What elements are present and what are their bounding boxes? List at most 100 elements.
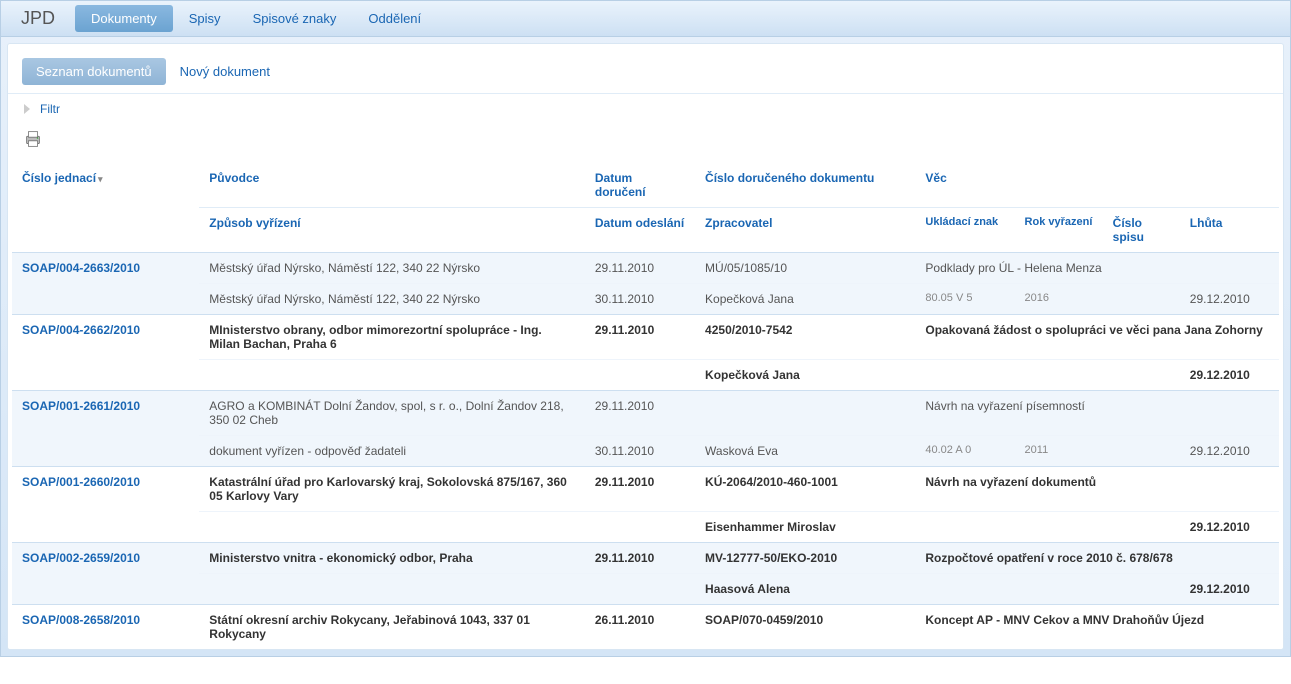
cell: 29.11.2010 — [585, 315, 695, 360]
cell: Podklady pro ÚL - Helena Menza — [915, 253, 1279, 284]
col-ukladaci-znak[interactable]: Ukládací znak — [915, 208, 1014, 253]
cell: MInisterstvo obrany, odbor mimorezortní … — [199, 315, 585, 360]
cell — [199, 360, 585, 391]
cell: 29.12.2010 — [1180, 360, 1279, 391]
filter-toggle[interactable]: Filtr — [40, 102, 60, 116]
cell: dokument vyřízen - odpověď žadateli — [199, 436, 585, 467]
cell: Haasová Alena — [695, 574, 915, 605]
topbar: JPD DokumentySpisySpisové znakyOddělení — [1, 1, 1290, 37]
cell — [1015, 512, 1103, 543]
cell — [695, 391, 915, 436]
cell — [585, 360, 695, 391]
cell: 29.12.2010 — [1180, 574, 1279, 605]
cell: 4250/2010-7542 — [695, 315, 915, 360]
cell — [1103, 360, 1180, 391]
cell: 29.12.2010 — [1180, 436, 1279, 467]
cell: 29.11.2010 — [585, 253, 695, 284]
cell — [1015, 360, 1103, 391]
cell: 30.11.2010 — [585, 436, 695, 467]
cell: Státní okresní archiv Rokycany, Jeřabino… — [199, 605, 585, 650]
cell — [915, 512, 1014, 543]
table-row: dokument vyřízen - odpověď žadateli30.11… — [12, 436, 1279, 467]
filter-row: Filtr — [8, 94, 1283, 124]
subtab-0[interactable]: Seznam dokumentů — [22, 58, 166, 85]
cell — [585, 512, 695, 543]
cell: 26.11.2010 — [585, 605, 695, 650]
subtab-1[interactable]: Nový dokument — [166, 58, 284, 85]
cell: 29.12.2010 — [1180, 284, 1279, 315]
cell — [915, 360, 1014, 391]
table-row: Kopečková Jana 29.12.2010 — [12, 360, 1279, 391]
cell: Wasková Eva — [695, 436, 915, 467]
cell: Městský úřad Nýrsko, Náměstí 122, 340 22… — [199, 284, 585, 315]
cell: Kopečková Jana — [695, 360, 915, 391]
cell: 2016 — [1015, 284, 1103, 315]
col-zpracovatel[interactable]: Zpracovatel — [695, 208, 915, 253]
cell: Opakovaná žádost o spolupráci ve věci pa… — [915, 315, 1279, 360]
cell: Koncept AP - MNV Cekov a MNV Drahoňův Új… — [915, 605, 1279, 650]
doc-link[interactable]: SOAP/001-2661/2010 — [22, 399, 140, 413]
doc-link[interactable]: SOAP/004-2663/2010 — [22, 261, 140, 275]
nav-tab-1[interactable]: Spisy — [173, 5, 237, 32]
cell: Rozpočtové opatření v roce 2010 č. 678/6… — [915, 543, 1279, 574]
cell: SOAP/070-0459/2010 — [695, 605, 915, 650]
cell — [1103, 284, 1180, 315]
documents-table: Číslo jednací Původce Datum doručení Čís… — [12, 163, 1279, 649]
cell: KÚ-2064/2010-460-1001 — [695, 467, 915, 512]
col-zpusob-vyrizeni[interactable]: Způsob vyřízení — [199, 208, 585, 253]
col-cislo-jednaci[interactable]: Číslo jednací — [12, 163, 199, 253]
cell — [585, 574, 695, 605]
col-cislo-doruceneho[interactable]: Číslo doručeného dokumentu — [695, 163, 915, 208]
nav-tab-2[interactable]: Spisové znaky — [237, 5, 353, 32]
print-button[interactable] — [22, 128, 44, 153]
col-datum-odeslani[interactable]: Datum odeslání — [585, 208, 695, 253]
doc-link[interactable]: SOAP/001-2660/2010 — [22, 475, 140, 489]
subtabs: Seznam dokumentůNový dokument — [8, 44, 1283, 94]
table-row: SOAP/002-2659/2010Ministerstvo vnitra - … — [12, 543, 1279, 574]
col-puvodce[interactable]: Původce — [199, 163, 585, 208]
cell: 80.05 V 5 — [915, 284, 1014, 315]
nav-tab-3[interactable]: Oddělení — [352, 5, 437, 32]
cell: 29.11.2010 — [585, 391, 695, 436]
col-cislo-spisu[interactable]: Číslo spisu — [1103, 208, 1180, 253]
col-rok-vyrazeni[interactable]: Rok vyřazení — [1015, 208, 1103, 253]
cell: Návrh na vyřazení písemností — [915, 391, 1279, 436]
cell — [915, 574, 1014, 605]
doc-link[interactable]: SOAP/004-2662/2010 — [22, 323, 140, 337]
cell: 2011 — [1015, 436, 1103, 467]
nav-tabs: DokumentySpisySpisové znakyOddělení — [75, 5, 437, 32]
cell — [1103, 436, 1180, 467]
cell: 29.12.2010 — [1180, 512, 1279, 543]
cell: Návrh na vyřazení dokumentů — [915, 467, 1279, 512]
nav-tab-0[interactable]: Dokumenty — [75, 5, 173, 32]
cell — [1103, 512, 1180, 543]
col-datum-doruceni[interactable]: Datum doručení — [585, 163, 695, 208]
cell: MÚ/05/1085/10 — [695, 253, 915, 284]
cell: 29.11.2010 — [585, 467, 695, 512]
doc-link[interactable]: SOAP/002-2659/2010 — [22, 551, 140, 565]
cell: Kopečková Jana — [695, 284, 915, 315]
table-row: SOAP/004-2663/2010 Městský úřad Nýrsko, N… — [12, 253, 1279, 284]
doc-link[interactable]: SOAP/008-2658/2010 — [22, 613, 140, 627]
cell — [1103, 574, 1180, 605]
cell: 29.11.2010 — [585, 543, 695, 574]
expand-icon[interactable] — [24, 104, 30, 114]
col-vec[interactable]: Věc — [915, 163, 1279, 208]
printer-icon — [22, 128, 44, 150]
cell: 30.11.2010 — [585, 284, 695, 315]
cell: 40.02 A 0 — [915, 436, 1014, 467]
cell — [199, 574, 585, 605]
cell — [199, 512, 585, 543]
table-row: SOAP/008-2658/2010 Státní okresní archiv … — [12, 605, 1279, 650]
cell: Městský úřad Nýrsko, Náměstí 122, 340 22… — [199, 253, 585, 284]
cell — [1015, 574, 1103, 605]
cell: Eisenhammer Miroslav — [695, 512, 915, 543]
col-lhuta[interactable]: Lhůta — [1180, 208, 1279, 253]
cell: Katastrální úřad pro Karlovarský kraj, S… — [199, 467, 585, 512]
table-row: SOAP/001-2661/2010 AGRO a KOMBINÁT Dolní … — [12, 391, 1279, 436]
cell: MV-12777-50/EKO-2010 — [695, 543, 915, 574]
table-row: SOAP/001-2660/2010 Katastrální úřad pro K… — [12, 467, 1279, 512]
table-row: Eisenhammer Miroslav 29.12.2010 — [12, 512, 1279, 543]
cell: AGRO a KOMBINÁT Dolní Žandov, spol, s r.… — [199, 391, 585, 436]
table-row: Haasová Alena 29.12.2010 — [12, 574, 1279, 605]
